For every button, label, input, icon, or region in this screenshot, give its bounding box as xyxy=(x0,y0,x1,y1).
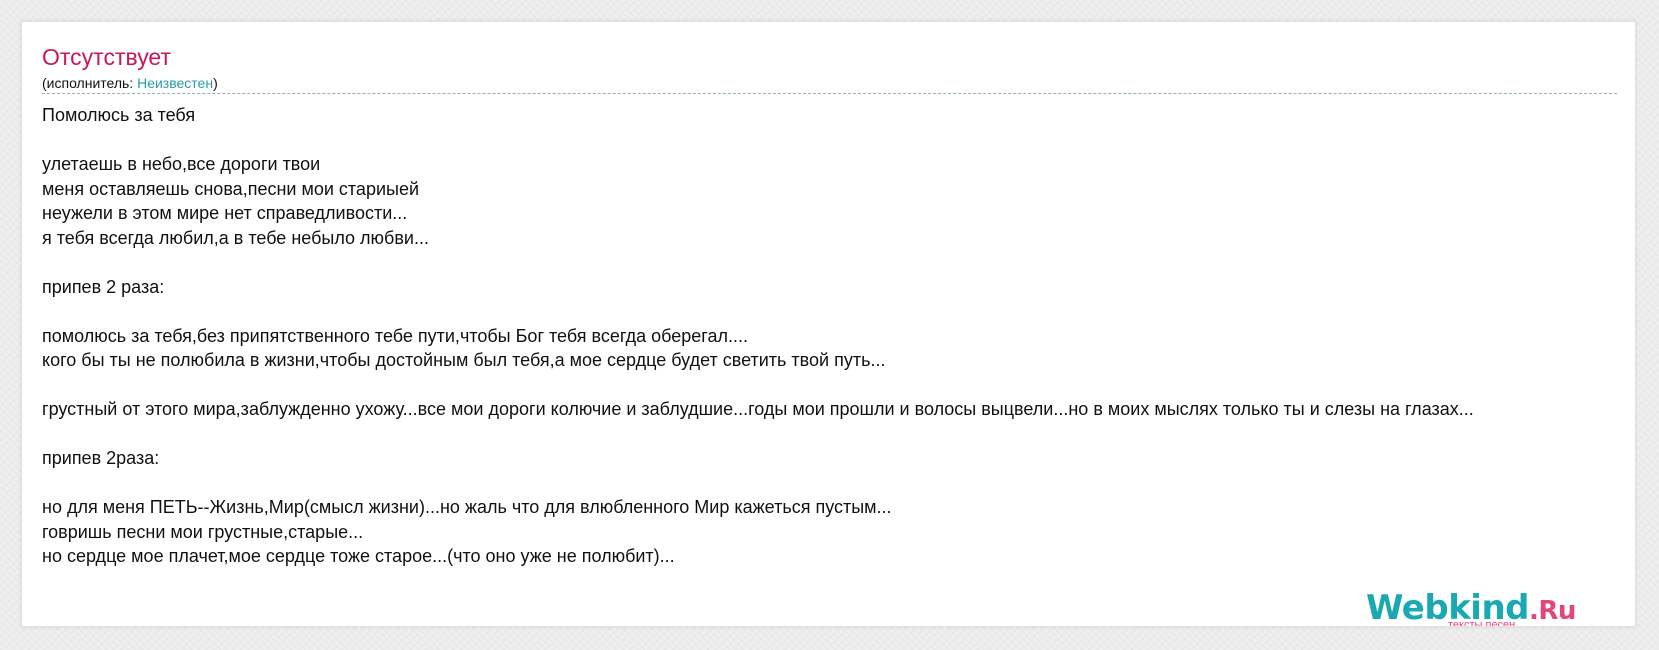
song-card: Отсутствует (исполнитель: Неизвестен) По… xyxy=(21,21,1636,627)
lyrics-line: я тебя всегда любил,а в тебе небыло любв… xyxy=(42,227,429,248)
lyrics-line: меня оставляешь снова,песни мои стариыей xyxy=(42,178,420,199)
lyrics-line: кого бы ты не полюбила в жизни,чтобы дос… xyxy=(42,350,886,370)
lyrics-line: улетаешь в небо,все дороги твои xyxy=(42,154,321,174)
lyrics-line: но сердце мое плачет,мое сердце тоже ста… xyxy=(42,546,675,566)
lyrics-line: грустный от этого мира,заблужденно ухожу… xyxy=(42,399,1474,419)
lyrics-line: говришь песни мои грустные,старые... xyxy=(42,521,364,542)
lyrics-blank-line xyxy=(42,421,1635,446)
lyrics-line: но для меня ПЕТЬ--Жизнь,Мир(смысл жизни)… xyxy=(42,497,892,517)
lyrics-line: припев 2раза: xyxy=(42,448,160,468)
lyrics-line: припев 2 раза: xyxy=(42,276,165,297)
lyrics-blank-line xyxy=(42,372,1635,397)
logo-tld: .Ru xyxy=(1529,596,1576,626)
performer-suffix: ) xyxy=(213,75,218,91)
lyrics-line: неужели в этом мире нет справедливости..… xyxy=(42,203,408,223)
divider xyxy=(42,93,1617,94)
lyrics-blank-line xyxy=(42,298,1635,323)
performer-link[interactable]: Неизвестен xyxy=(137,75,213,91)
logo-subtitle: тексты песен xyxy=(1448,619,1516,627)
lyrics-line: помолюсь за тебя,без припятственного теб… xyxy=(42,325,748,346)
performer-prefix: (исполнитель: xyxy=(42,75,138,91)
lyrics-line: Помолюсь за тебя xyxy=(42,105,196,125)
performer-line: (исполнитель: Неизвестен) xyxy=(42,74,218,92)
lyrics-text: Помолюсь за тебя улетаешь в небо,все доро… xyxy=(42,102,1635,568)
lyrics-blank-line xyxy=(42,127,1635,152)
lyrics-blank-line xyxy=(42,249,1635,274)
site-logo[interactable]: Webkind.Ru тексты песен xyxy=(1366,588,1576,627)
lyrics-blank-line xyxy=(42,470,1635,495)
song-title: Отсутствует xyxy=(42,44,171,70)
